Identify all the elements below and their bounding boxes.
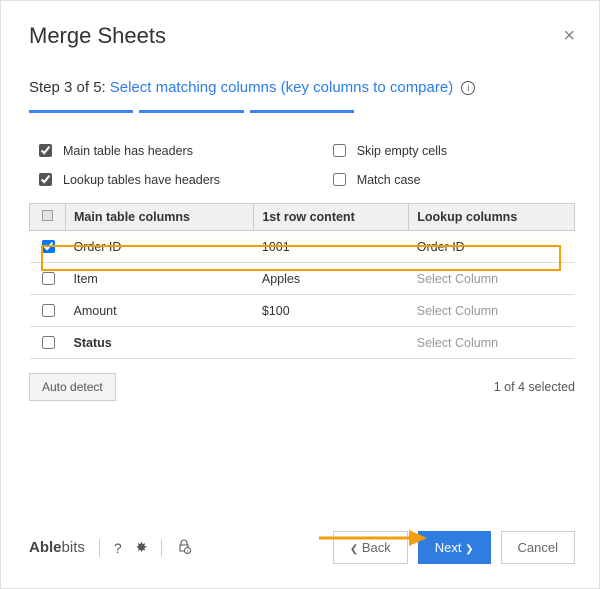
dialog-title: Merge Sheets [29, 23, 166, 49]
divider [161, 539, 162, 557]
svg-text:i: i [187, 549, 188, 555]
table-row[interactable]: Order ID1001Order ID [30, 231, 575, 263]
cell-main-column: Order ID [66, 231, 254, 263]
option-main-headers[interactable]: Main table has headers [35, 141, 329, 160]
table-row[interactable]: Amount$100Select Column [30, 295, 575, 327]
checkbox-lookup-headers[interactable] [39, 173, 52, 186]
cell-main-column: Amount [66, 295, 254, 327]
selection-count: 1 of 4 selected [494, 380, 575, 394]
cell-main-column: Item [66, 263, 254, 295]
row-checkbox[interactable] [42, 272, 55, 285]
label-lookup-headers: Lookup tables have headers [63, 173, 220, 187]
step-prefix: Step 3 of 5: [29, 79, 106, 96]
divider [99, 539, 100, 557]
back-button[interactable]: ❮ Back [333, 531, 408, 564]
cell-lookup-select[interactable]: Select Column [409, 263, 575, 295]
header-select-all[interactable] [30, 204, 66, 231]
info-icon[interactable]: i [461, 81, 475, 95]
auto-detect-button[interactable]: Auto detect [29, 373, 116, 401]
next-button[interactable]: Next ❯ [418, 531, 491, 564]
row-checkbox-cell[interactable] [30, 327, 66, 359]
option-match-case[interactable]: Match case [329, 170, 569, 189]
label-main-headers: Main table has headers [63, 144, 193, 158]
cell-first-row: Apples [254, 263, 409, 295]
help-icon[interactable]: ? [114, 540, 122, 556]
checkbox-match-case[interactable] [333, 173, 346, 186]
checkbox-skip-empty[interactable] [333, 144, 346, 157]
row-checkbox[interactable] [42, 336, 55, 349]
step-description: Step 3 of 5: Select matching columns (ke… [29, 79, 575, 96]
cell-lookup-select[interactable]: Select Column [409, 295, 575, 327]
row-checkbox-cell[interactable] [30, 295, 66, 327]
header-main-col: Main table columns [66, 204, 254, 231]
columns-table: Main table columns 1st row content Looku… [29, 203, 575, 359]
header-lookup-col: Lookup columns [409, 204, 575, 231]
table-row[interactable]: ItemApplesSelect Column [30, 263, 575, 295]
cancel-button[interactable]: Cancel [501, 531, 575, 564]
checkbox-main-headers[interactable] [39, 144, 52, 157]
cell-first-row: 1001 [254, 231, 409, 263]
option-skip-empty[interactable]: Skip empty cells [329, 141, 569, 160]
cell-lookup-select[interactable]: Select Column [409, 327, 575, 359]
cell-lookup-select[interactable]: Order ID [409, 231, 575, 263]
cell-first-row [254, 327, 409, 359]
cell-first-row: $100 [254, 295, 409, 327]
row-checkbox[interactable] [42, 304, 55, 317]
close-icon[interactable]: × [563, 25, 575, 48]
label-skip-empty: Skip empty cells [357, 144, 447, 158]
label-match-case: Match case [357, 173, 421, 187]
row-checkbox-cell[interactable] [30, 231, 66, 263]
row-checkbox[interactable] [42, 240, 55, 253]
cell-main-column: Status [66, 327, 254, 359]
progress-bar [29, 110, 575, 113]
header-first-row: 1st row content [254, 204, 409, 231]
brand-logo: Ablebits [29, 539, 85, 556]
step-title-link[interactable]: Select matching columns (key columns to … [110, 79, 453, 96]
bug-icon[interactable]: ✸ [136, 539, 148, 556]
table-row[interactable]: Status Select Column [30, 327, 575, 359]
row-checkbox-cell[interactable] [30, 263, 66, 295]
option-lookup-headers[interactable]: Lookup tables have headers [35, 170, 329, 189]
lock-info-icon[interactable]: i [176, 538, 192, 557]
